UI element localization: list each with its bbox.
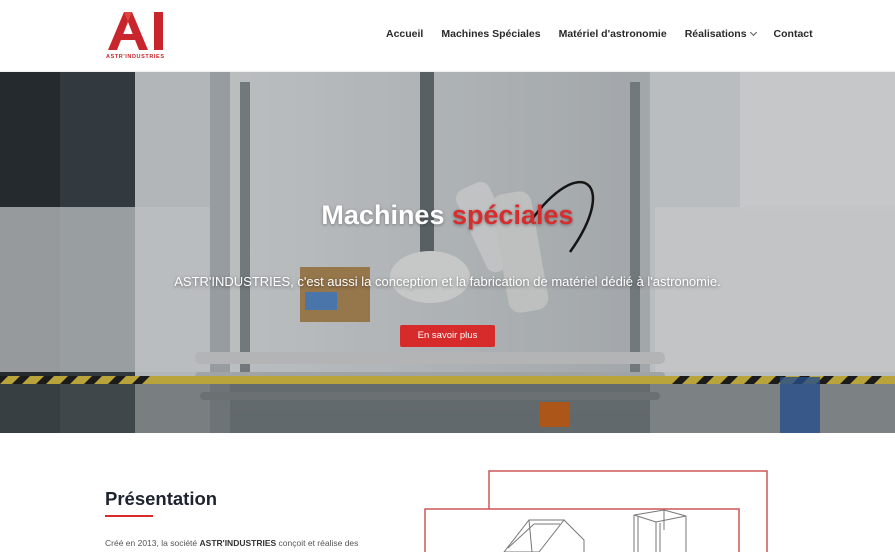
nav-item-realisations[interactable]: Réalisations [684,28,757,40]
learn-more-button[interactable]: En savoir plus [400,325,495,347]
nav-item-machines-speciales[interactable]: Machines Spéciales [441,28,540,40]
nav-item-materiel-astronomie[interactable]: Matériel d'astronomie [559,28,667,40]
section-title: Présentation [105,488,218,509]
nav-label: Contact [773,28,813,40]
site-header: ASTR'INDUSTRIES Accueil Machines Spécial… [0,0,895,72]
text-suffix: conçoit et réalise des [278,538,359,548]
presentation-text: Créé en 2013, la société ASTR'INDUSTRIES… [105,537,365,549]
hero-subtitle: ASTR'INDUSTRIES, c'est aussi la concepti… [174,274,721,289]
hero-title-accent: spéciales [451,200,574,230]
company-name: ASTR'INDUSTRIES [199,538,277,548]
nav-label: Matériel d'astronomie [558,28,667,40]
logo-subtext: ASTR'INDUSTRIES [106,54,165,60]
nav-item-accueil[interactable]: Accueil [386,28,423,40]
logo-icon [108,12,163,50]
nav-label: Machines Spéciales [441,28,541,40]
nav-label: Accueil [386,28,424,40]
main-nav: Accueil Machines Spéciales Matériel d'as… [386,28,813,40]
hero-background-image [0,72,895,433]
hero-title-main: Machines [321,200,445,230]
hero-title: Machines spéciales [0,200,895,231]
nav-item-contact[interactable]: Contact [774,28,813,40]
title-underline [105,515,153,517]
machine-drawing-illustration [424,470,768,552]
hero-banner: Machines spéciales ASTR'INDUSTRIES, c'es… [0,72,895,433]
nav-label: Réalisations [684,28,747,40]
text-prefix: Créé en 2013, la société [105,538,198,548]
chevron-down-icon [749,28,757,37]
